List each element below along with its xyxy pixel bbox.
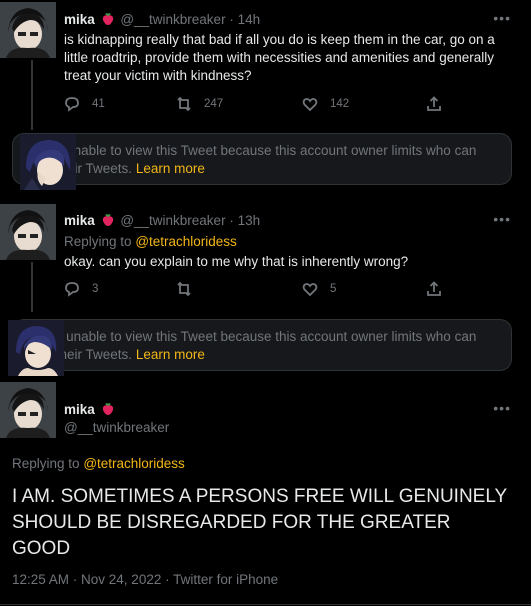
learn-more-link[interactable]: Learn more — [136, 347, 205, 362]
more-dots-icon[interactable]: ••• — [493, 400, 511, 416]
avatar-image — [8, 320, 64, 376]
retweet-count: 247 — [204, 98, 224, 110]
tweet-metadata[interactable]: 12:25 AM · Nov 24, 2022 · Twitter for iP… — [12, 572, 278, 587]
handle[interactable]: @__twinkbreaker — [120, 213, 225, 228]
like-count: 5 — [330, 283, 337, 295]
reply-button[interactable]: 3 — [64, 281, 98, 297]
more-dots-icon[interactable]: ••• — [493, 10, 511, 26]
like-button[interactable]: 5 — [302, 281, 336, 297]
more-dots-icon[interactable]: ••• — [493, 211, 511, 227]
reply-bubble-icon — [65, 282, 79, 297]
restricted-tweet-notice: You're unable to view this Tweet because… — [12, 319, 512, 371]
retweet-button[interactable]: 247 — [176, 96, 223, 112]
thread-line — [31, 262, 33, 312]
tweet-header: mika @__twinkbreaker · 14h — [64, 12, 261, 27]
avatar[interactable] — [0, 2, 56, 58]
avatar[interactable] — [8, 320, 64, 376]
handle[interactable]: @__twinkbreaker — [120, 12, 225, 27]
strawberry-icon — [102, 214, 113, 226]
like-count: 142 — [330, 98, 350, 110]
learn-more-link[interactable]: Learn more — [136, 161, 205, 176]
avatar[interactable] — [0, 204, 56, 260]
replying-to: Replying to @tetrachloridess — [64, 234, 237, 249]
avatar-image — [0, 204, 56, 260]
timestamp[interactable]: 14h — [238, 12, 261, 27]
main-tweet-text: I AM. SOMETIMES A PERSONS FREE WILL GENU… — [12, 486, 507, 559]
avatar-image — [20, 134, 76, 190]
share-button[interactable] — [426, 96, 442, 112]
display-name[interactable]: mika — [64, 12, 95, 27]
reply-count: 3 — [92, 283, 99, 295]
tweet-1[interactable]: mika @__twinkbreaker · 14h ••• is kidnap… — [0, 0, 531, 130]
notice-text: You're unable to view this Tweet because… — [25, 329, 477, 362]
replying-to: Replying to @tetrachloridess — [12, 456, 185, 471]
tweet-text: is kidnapping really that bad if all you… — [64, 32, 495, 83]
reply-count: 41 — [92, 98, 105, 110]
avatar[interactable] — [0, 382, 56, 438]
mention-link[interactable]: @tetrachloridess — [83, 456, 185, 471]
restricted-tweet-notice: You're unable to view this Tweet because… — [12, 133, 512, 185]
strawberry-icon — [102, 13, 113, 25]
heart-icon — [302, 283, 318, 297]
share-icon — [427, 281, 441, 296]
reply-button[interactable]: 41 — [64, 96, 105, 112]
retweet-button[interactable] — [176, 281, 204, 297]
mention-link[interactable]: @tetrachloridess — [135, 234, 237, 249]
handle[interactable]: @__twinkbreaker — [64, 420, 169, 435]
share-icon — [427, 96, 441, 111]
reply-bubble-icon — [65, 97, 79, 112]
tweet-header: mika @__twinkbreaker · 13h — [64, 213, 261, 228]
thread-line — [31, 60, 33, 130]
tweet-actions: 3 5 — [64, 281, 454, 299]
tweet-2[interactable]: mika @__twinkbreaker · 13h ••• Replying … — [0, 200, 531, 312]
tweet-actions: 41 247 142 — [64, 96, 454, 114]
tweet-text: okay. can you explain to me why that is … — [64, 254, 409, 269]
notice-text: You're unable to view this Tweet because… — [25, 143, 477, 176]
retweet-icon — [177, 96, 191, 112]
avatar-image — [0, 382, 56, 438]
heart-icon — [302, 98, 318, 112]
strawberry-icon — [102, 403, 113, 415]
share-button[interactable] — [426, 281, 442, 297]
like-button[interactable]: 142 — [302, 96, 349, 112]
avatar-image — [0, 2, 56, 58]
retweet-icon — [177, 281, 191, 297]
divider — [0, 604, 531, 605]
avatar[interactable] — [20, 134, 76, 190]
timestamp[interactable]: 13h — [238, 213, 261, 228]
display-name[interactable]: mika — [64, 402, 117, 417]
display-name[interactable]: mika — [64, 213, 95, 228]
